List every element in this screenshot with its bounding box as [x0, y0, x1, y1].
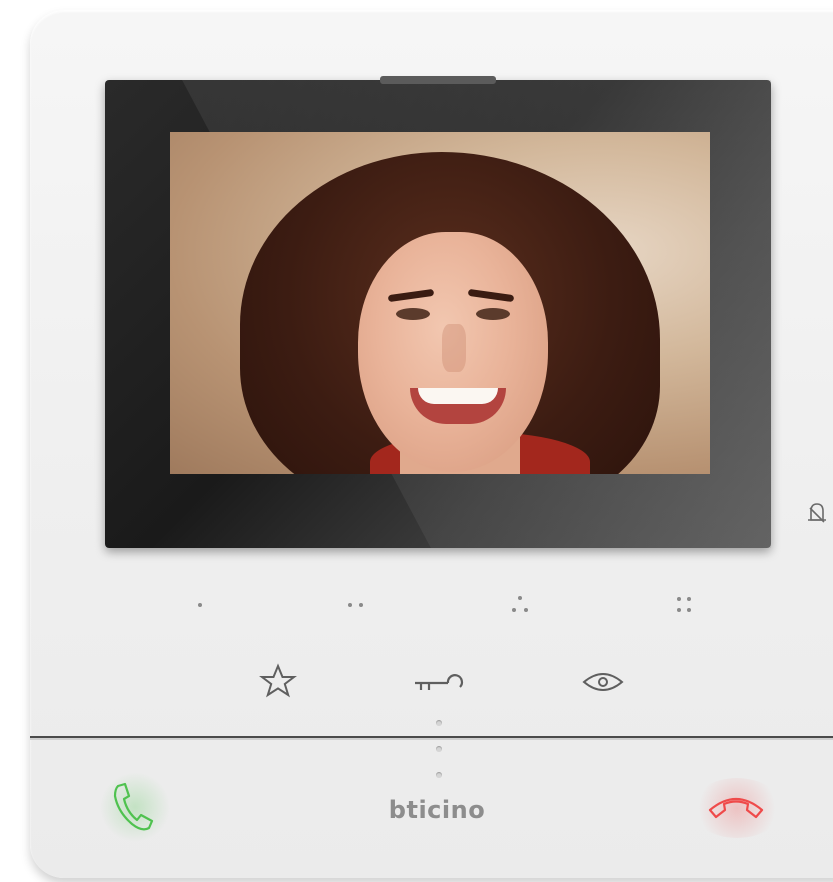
- key-dot: [677, 608, 681, 612]
- phone-hangup-icon: [708, 797, 764, 819]
- visitor-eye-right: [476, 308, 510, 320]
- brand-logo: bticino: [388, 796, 486, 824]
- microphone-hole: [436, 746, 442, 752]
- panel-divider-shadow: [30, 738, 833, 740]
- three-dot-key[interactable]: [500, 590, 540, 620]
- eye-icon: [582, 673, 624, 691]
- favorite-button[interactable]: [258, 662, 298, 700]
- answer-button[interactable]: [108, 780, 158, 834]
- two-dot-key[interactable]: [336, 590, 376, 620]
- bell-icon: [806, 500, 828, 526]
- four-dot-key[interactable]: [664, 590, 704, 620]
- visitor-nose: [442, 324, 466, 372]
- key-dot: [348, 603, 352, 607]
- key-dot: [687, 608, 691, 612]
- key-dot: [359, 603, 363, 607]
- phone-answer-icon: [113, 782, 154, 831]
- key-dot: [524, 608, 528, 612]
- key-icon: [415, 674, 463, 690]
- key-dot: [518, 596, 522, 600]
- camera-cycle-button[interactable]: [580, 668, 626, 696]
- one-dot-key[interactable]: [180, 590, 220, 620]
- key-dot: [512, 608, 516, 612]
- microphone-hole: [436, 772, 442, 778]
- key-dot: [687, 597, 691, 601]
- door-lock-button[interactable]: [412, 668, 468, 694]
- hang-up-button[interactable]: [706, 790, 766, 824]
- camera-view: [170, 132, 710, 474]
- visitor-eye-left: [396, 308, 430, 320]
- key-dot: [677, 597, 681, 601]
- visitor-teeth: [418, 388, 498, 404]
- star-icon: [259, 663, 297, 698]
- microphone-hole: [436, 720, 442, 726]
- camera-notch: [380, 76, 496, 84]
- key-dot: [198, 603, 202, 607]
